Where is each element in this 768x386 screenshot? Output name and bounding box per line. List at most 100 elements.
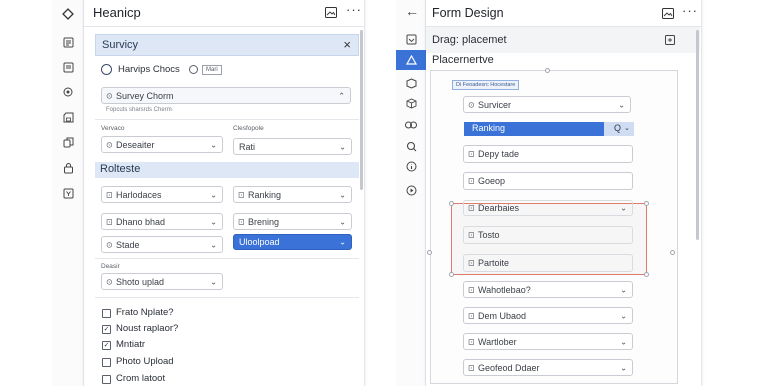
checklist-item: Photo Upload — [116, 356, 174, 367]
handle-icon: ⊡ — [468, 258, 475, 268]
canvas-handle[interactable] — [670, 250, 675, 255]
checklist-item: Mntiatr — [116, 339, 146, 350]
play-icon[interactable] — [403, 182, 419, 198]
ranking-field-selected[interactable]: Ranking — [464, 122, 604, 136]
ranking-field-actions[interactable]: Q ⌄ — [604, 122, 634, 136]
left-panel: Heanicp ··· Survicy × Harvips Chocs Mari… — [84, 0, 365, 386]
canvas-field[interactable]: ⊡ Geofeod Ddaer ⌄ — [463, 359, 633, 376]
checkbox-checked[interactable]: ✓ — [102, 325, 111, 334]
handle-icon: ⊡ — [468, 337, 475, 346]
image-icon[interactable] — [324, 5, 338, 19]
canvas-field[interactable]: ⊡ Depy tade — [463, 145, 633, 163]
field-value: Tosto — [478, 230, 500, 240]
chevron-down-icon: ⌄ — [620, 363, 627, 372]
field-value: Wahotlebao? — [478, 284, 531, 295]
field-value: Ranking — [248, 189, 282, 200]
selection-handle[interactable] — [449, 201, 454, 206]
settings-icon[interactable] — [189, 65, 198, 74]
info-icon[interactable] — [403, 158, 419, 174]
checkbox[interactable] — [102, 309, 111, 318]
scrollbar-thumb[interactable] — [360, 30, 363, 190]
field-select[interactable]: ⊡ Dhano bhad ⌄ — [101, 213, 223, 230]
right-tool-strip: ← — [396, 0, 426, 386]
checkbox-checked[interactable]: ✓ — [102, 341, 111, 350]
chevron-down-icon: ⌄ — [210, 140, 217, 149]
handle-icon: ⊡ — [468, 230, 475, 240]
canvas-field[interactable]: ⊡ Partoite — [463, 254, 633, 272]
field-select[interactable]: ⊙ Stade ⌄ — [101, 236, 223, 253]
chevron-down-icon: ⌄ — [620, 311, 627, 320]
layers-icon[interactable] — [403, 31, 419, 47]
selection-handle[interactable] — [644, 272, 649, 277]
list-icon[interactable] — [60, 34, 76, 50]
canvas-field[interactable]: ⊙ Survicer ⌄ — [463, 96, 631, 113]
box-icon[interactable] — [403, 75, 419, 91]
more-menu-icon[interactable]: ··· — [682, 3, 698, 18]
canvas-handle[interactable] — [545, 68, 550, 73]
left-tool-strip — [52, 0, 84, 386]
field-value: Depy tade — [478, 149, 520, 159]
rating-select[interactable]: Rati ⌄ — [233, 138, 352, 155]
rating-select-value: Rati — [239, 141, 256, 152]
canvas-handle[interactable] — [427, 250, 432, 255]
export-icon[interactable] — [663, 33, 677, 47]
handle-icon: ⊙ — [106, 240, 113, 249]
diamond-icon[interactable] — [60, 6, 76, 22]
survey-section-header[interactable]: Survicy × — [95, 34, 359, 56]
checkbox[interactable] — [102, 375, 111, 384]
radio-icon[interactable] — [101, 64, 112, 75]
field-select[interactable]: ⊡ Harlodaces ⌄ — [101, 186, 223, 203]
selection-handle[interactable] — [644, 201, 649, 206]
cube-icon[interactable] — [403, 95, 419, 111]
field-caption: Vervaco — [101, 125, 125, 132]
canvas-field[interactable]: ⊡ Goeop — [463, 172, 633, 190]
chevron-down-icon: ⌄ — [339, 217, 346, 226]
canvas-field[interactable]: ⊡ Wahotlebao? ⌄ — [463, 281, 633, 298]
upload-select-active[interactable]: Uloolpoad ⌄ — [233, 234, 352, 250]
more-menu-icon[interactable]: ··· — [346, 2, 362, 17]
toolbar: Drag: placemet — [426, 27, 700, 53]
back-arrow-icon[interactable]: ← — [405, 3, 419, 19]
field-value: Goeop — [478, 176, 506, 186]
scrollbar-thumb[interactable] — [696, 30, 699, 240]
divider — [95, 297, 359, 298]
checkbox[interactable] — [102, 358, 111, 367]
chevron-down-icon: ⌄ — [210, 217, 217, 226]
inner-tag: Di Feoadesrc Hocestare — [452, 80, 520, 90]
chevron-down-icon: ⌄ — [620, 337, 627, 346]
survey-select[interactable]: ⊙ Survey Chorm ⌃ — [101, 87, 351, 104]
field-value: Shoto uplad — [116, 276, 165, 287]
rolteste-section-header[interactable]: Rolteste — [95, 162, 359, 178]
active-tool[interactable] — [396, 50, 426, 70]
close-icon[interactable]: × — [343, 37, 351, 52]
lock-icon[interactable] — [60, 160, 76, 176]
search-icon[interactable]: Q — [614, 123, 621, 133]
canvas-field[interactable]: ⊡ Dearbaies ⌄ — [463, 200, 633, 216]
checklist-item: Noust raplaor? — [116, 323, 179, 334]
save-icon[interactable] — [60, 109, 76, 125]
link-icon[interactable] — [60, 84, 76, 100]
document-icon[interactable] — [60, 59, 76, 75]
chevron-down-icon: ⌄ — [339, 190, 346, 199]
ranking-select[interactable]: ⊡ Ranking ⌄ — [233, 186, 352, 203]
field-value: Dhano bhad — [116, 216, 166, 227]
search-icon[interactable] — [403, 138, 419, 154]
description-select[interactable]: ⊙ Deseaiter ⌄ — [101, 136, 223, 153]
image-icon[interactable] — [661, 6, 675, 20]
field-select[interactable]: ⊡ Brening ⌄ — [233, 213, 352, 230]
copy-icon[interactable] — [60, 134, 76, 150]
chevron-down-icon: ⌄ — [339, 237, 346, 247]
canvas-field[interactable]: ⊡ Dem Ubaod ⌄ — [463, 307, 633, 324]
code-icon[interactable] — [60, 185, 76, 201]
field-value: Survicer — [478, 99, 512, 110]
section-label: Placernertve — [432, 54, 494, 66]
link-icon[interactable] — [403, 117, 419, 133]
field-value: Uloolpoad — [239, 237, 280, 247]
canvas-field[interactable]: ⊡ Wartlober ⌄ — [463, 333, 633, 350]
toolbar-subtitle: Drag: placemet — [432, 34, 507, 46]
field-value: Dem Ubaod — [478, 310, 527, 321]
chevron-down-icon: ⌄ — [620, 203, 627, 213]
canvas-field[interactable]: ⊡ Tosto — [463, 226, 633, 244]
selection-handle[interactable] — [449, 272, 454, 277]
shoto-upload-select[interactable]: ⊙ Shoto uplad ⌄ — [101, 273, 223, 290]
